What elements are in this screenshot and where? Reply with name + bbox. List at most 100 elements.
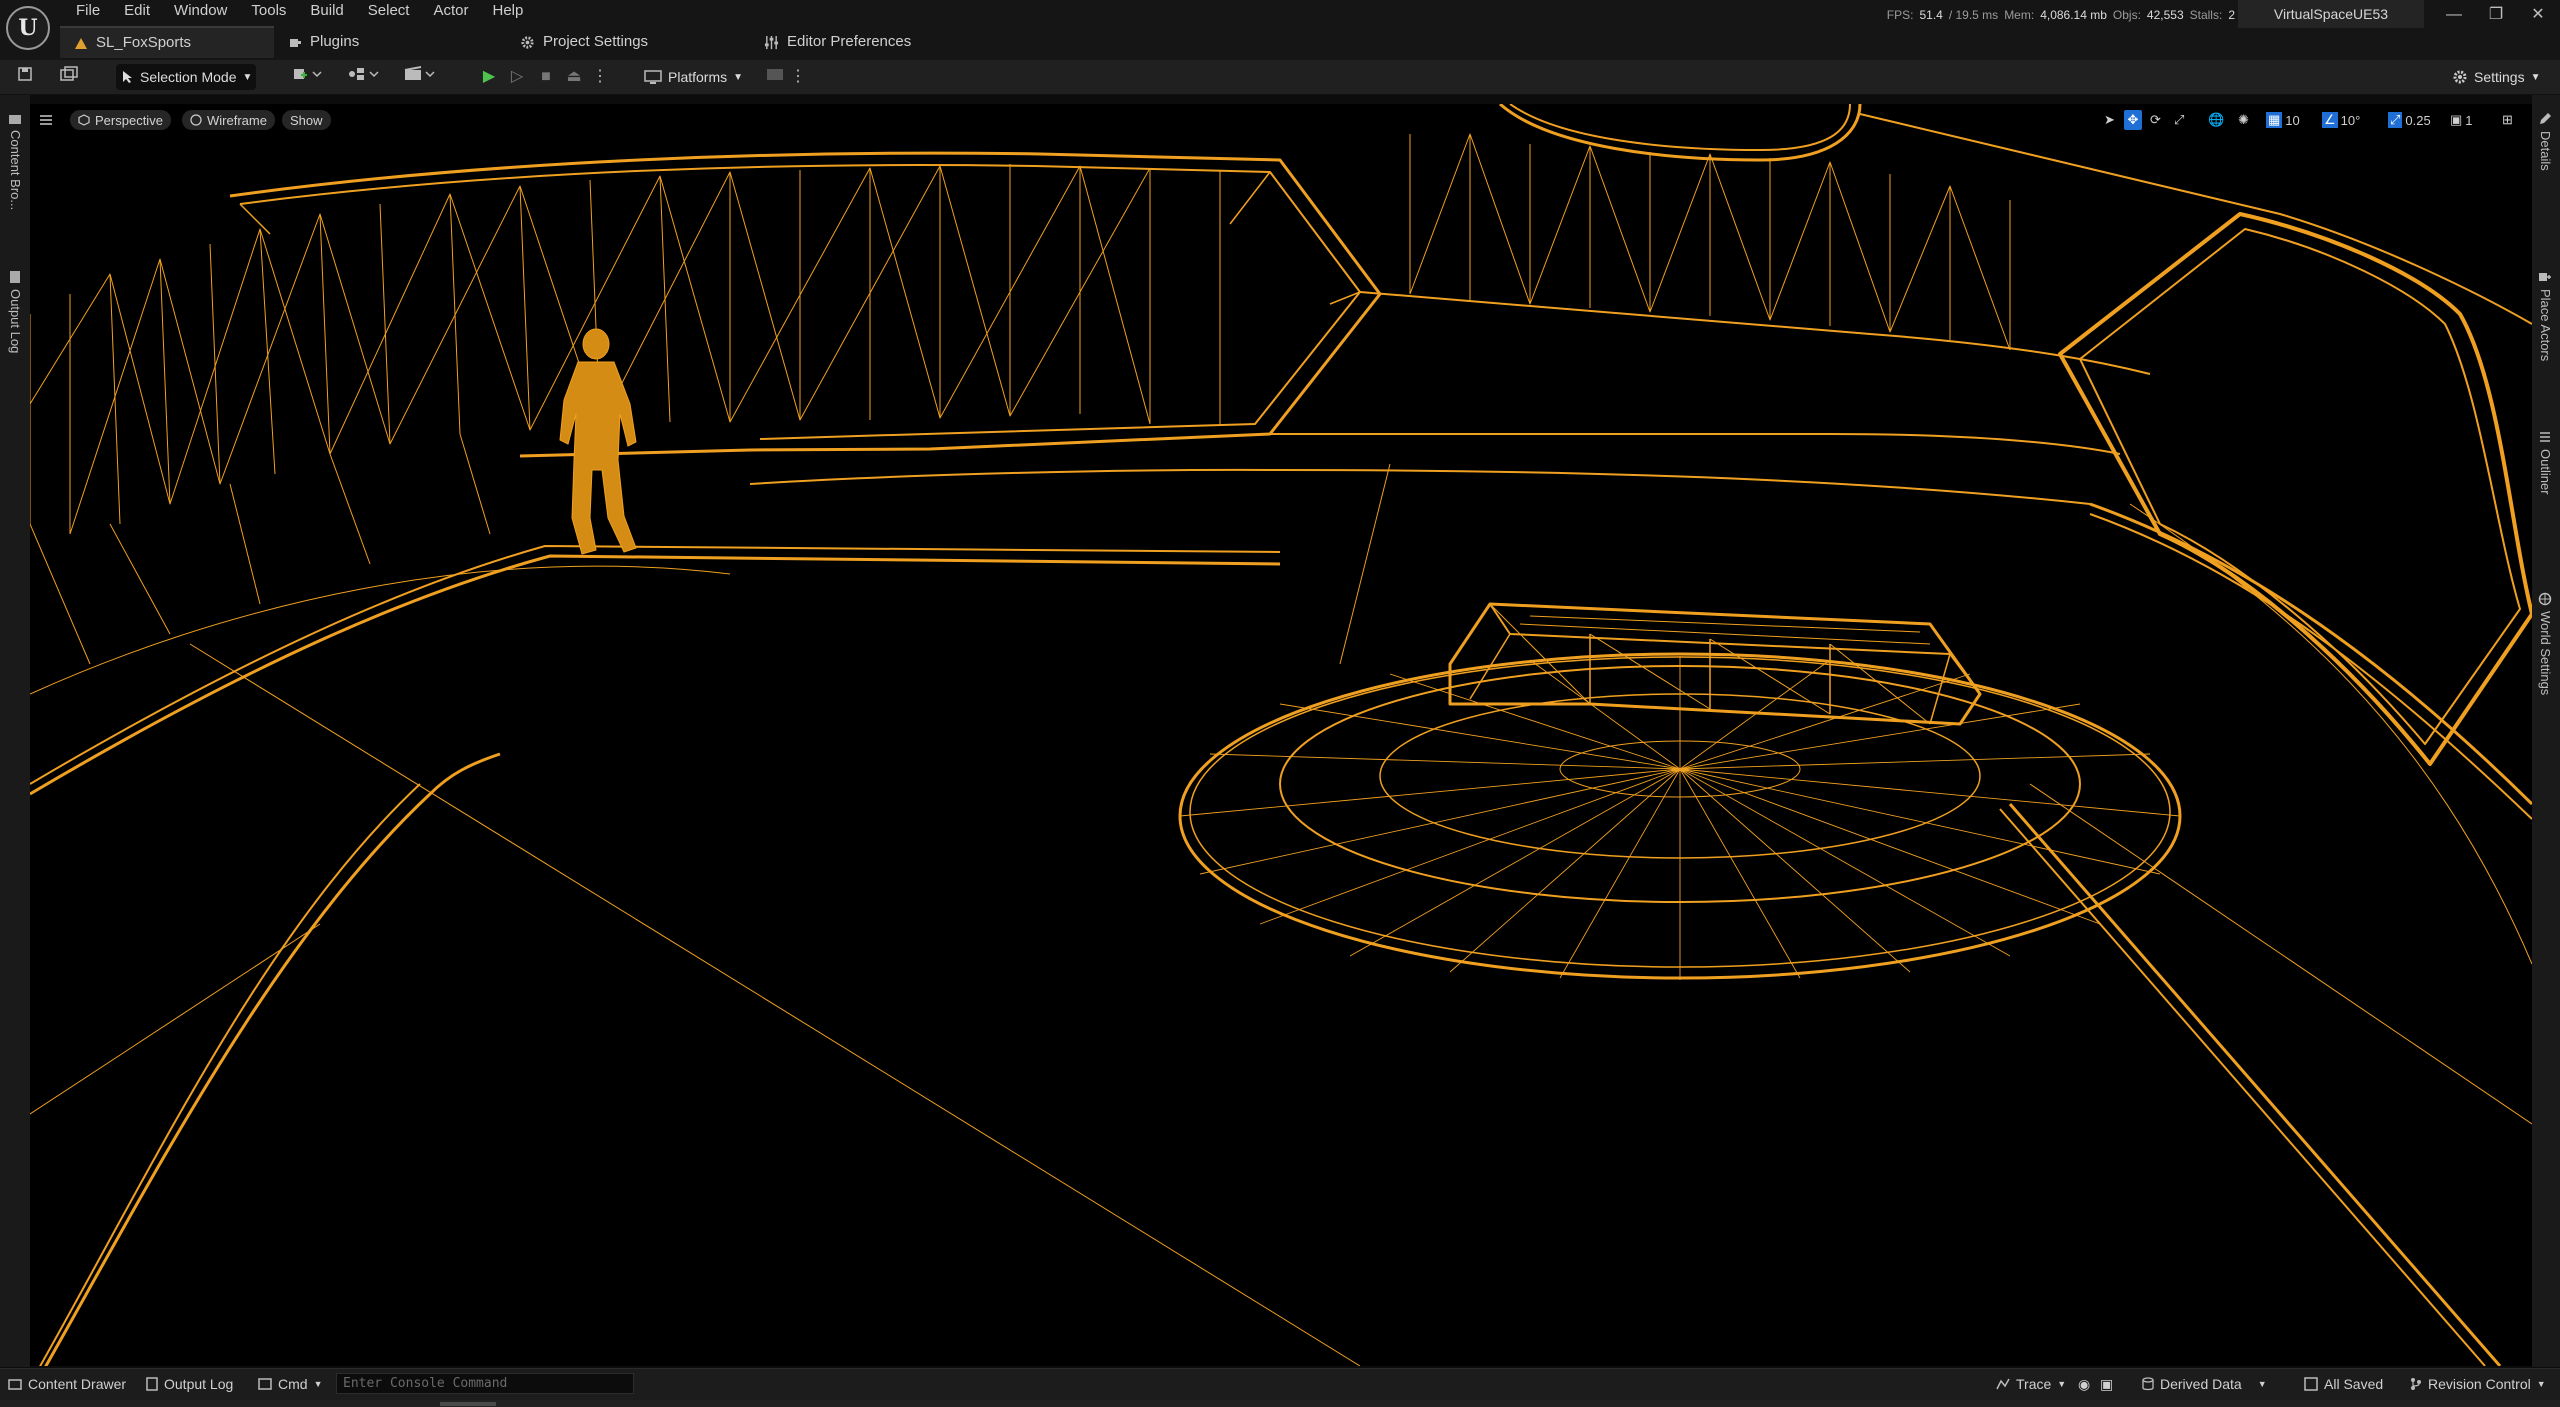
menu-actor[interactable]: Actor (421, 0, 480, 22)
all-saved-button[interactable]: All Saved (2304, 1368, 2383, 1400)
place-actors-label: Place Actors (2538, 289, 2553, 362)
world-local-icon[interactable]: 🌐 (2208, 110, 2224, 130)
grid-icon: ▦ (2266, 112, 2283, 128)
mem-label: Mem: (2004, 8, 2035, 22)
platforms-label: Platforms (668, 69, 728, 85)
blueprint-icon[interactable] (344, 66, 384, 88)
menu-edit[interactable]: Edit (112, 0, 162, 22)
place-actors-icon (2539, 273, 2551, 281)
unreal-logo-icon[interactable]: U (6, 6, 50, 50)
save-icon[interactable] (14, 66, 36, 88)
content-browser-icon (9, 115, 21, 124)
minimize-icon[interactable]: — (2434, 2, 2474, 28)
close-icon[interactable]: ✕ (2518, 2, 2558, 28)
record-icon[interactable]: ◉ (2078, 1368, 2090, 1400)
wireframe-sphere-icon (190, 114, 202, 126)
eject-icon[interactable]: ⏏ (563, 66, 585, 88)
list-icon (2540, 432, 2550, 442)
menu-help[interactable]: Help (481, 0, 536, 22)
output-log-sidetab[interactable]: Output Log (8, 270, 23, 353)
chevron-down-icon: ▼ (2257, 1379, 2267, 1389)
camera-speed-value: 1 (2465, 112, 2473, 128)
screenshot-icon[interactable]: ▣ (2100, 1368, 2113, 1400)
surface-snap-icon[interactable]: ✺ (2238, 110, 2249, 130)
chevron-down-icon: ▼ (2057, 1379, 2067, 1389)
settings-dropdown[interactable]: Settings ▼ (2452, 64, 2541, 90)
show-label: Show (290, 112, 323, 128)
rotation-snap-toggle[interactable]: ∠ 10° (2322, 110, 2360, 130)
revision-control-label: Revision Control (2428, 1376, 2531, 1392)
more-options-icon-2[interactable]: ⋮ (790, 66, 806, 88)
output-log-label: Output Log (8, 289, 23, 354)
cmd-label: Cmd (278, 1376, 308, 1392)
scroll-thumb[interactable] (440, 1402, 496, 1406)
menu-select[interactable]: Select (356, 0, 422, 22)
objs-label: Objs: (2112, 8, 2141, 22)
stalls-label: Stalls: (2189, 8, 2223, 22)
cmd-dropdown[interactable]: Cmd ▼ (258, 1368, 322, 1400)
trace-dropdown[interactable]: Trace ▼ (1996, 1368, 2066, 1400)
restore-icon[interactable]: ❐ (2476, 2, 2516, 28)
viewport-menu-icon[interactable] (38, 110, 54, 130)
objs-value: 42,553 (2146, 8, 2184, 22)
frame-ms: / 19.5 ms (1948, 8, 1999, 22)
rotate-tool-icon[interactable]: ⟳ (2150, 110, 2161, 130)
menu-build[interactable]: Build (298, 0, 355, 22)
scale-tool-icon[interactable]: ⤢ (2174, 110, 2184, 130)
add-actor-icon[interactable] (288, 66, 328, 88)
wireframe-scene (30, 104, 2532, 1366)
tab-level[interactable]: SL_FoxSports (60, 26, 274, 58)
cinematics-icon[interactable] (400, 66, 440, 88)
show-button[interactable]: Show (282, 110, 331, 130)
tab-editor-preferences[interactable]: Editor Preferences (750, 26, 1002, 58)
menu-window[interactable]: Window (162, 0, 239, 22)
details-sidetab[interactable]: Details (2538, 112, 2553, 171)
level-viewport[interactable] (30, 104, 2532, 1366)
scale-snap-toggle[interactable]: ⤢ 0.25 (2388, 110, 2431, 130)
level-icon (75, 38, 87, 49)
chevron-down-icon: ▼ (2530, 71, 2541, 83)
content-browser-icon[interactable] (58, 66, 80, 88)
performance-stats: FPS: 51.4 / 19.5 ms Mem: 4,086.14 mb Objs:… (1887, 8, 2235, 22)
console-input[interactable]: Enter Console Command (336, 1373, 634, 1394)
more-options-icon[interactable]: ⋮ (592, 66, 608, 88)
database-icon (2142, 1377, 2154, 1391)
stop-icon[interactable]: ■ (535, 66, 557, 88)
camera-speed-button[interactable]: ▣ 1 (2450, 110, 2473, 130)
place-actors-sidetab[interactable]: Place Actors (2538, 270, 2553, 361)
step-icon[interactable]: ▷ (506, 66, 528, 88)
platforms-dropdown[interactable]: Platforms ▼ (644, 64, 743, 90)
revision-control-dropdown[interactable]: Revision Control ▼ (2410, 1368, 2546, 1400)
world-settings-sidetab[interactable]: World Settings (2538, 592, 2553, 695)
perspective-button[interactable]: Perspective (70, 110, 171, 130)
output-log-label: Output Log (164, 1376, 234, 1392)
project-name: VirtualSpaceUE53 (2238, 0, 2424, 28)
terminal-icon (258, 1378, 272, 1390)
layout-icon[interactable]: ⊞ (2502, 110, 2513, 130)
translate-tool-icon[interactable]: ✥ (2124, 110, 2142, 130)
revision-control-icon (2411, 1378, 2421, 1390)
derived-data-dropdown[interactable]: Derived Data ▼ (2142, 1368, 2267, 1400)
menu-file[interactable]: File (64, 0, 112, 22)
angle-icon: ∠ (2322, 112, 2338, 128)
output-log-icon (146, 1377, 158, 1391)
chevron-down-icon: ▼ (2536, 1379, 2546, 1389)
menu-tools[interactable]: Tools (239, 0, 298, 22)
tab-plugins[interactable]: Plugins (274, 26, 506, 58)
document-tabs: SL_FoxSports Plugins Project Settings Ed… (60, 26, 1002, 58)
sliders-icon (764, 35, 779, 49)
play-icon[interactable]: ▶ (478, 66, 500, 88)
tab-project-settings[interactable]: Project Settings (506, 26, 750, 58)
tab-label: Project Settings (543, 33, 649, 50)
select-tool-icon[interactable]: ➤ (2104, 110, 2115, 130)
outliner-sidetab[interactable]: Outliner (2538, 430, 2553, 495)
grid-snap-toggle[interactable]: ▦ 10 (2266, 110, 2300, 130)
content-drawer-button[interactable]: Content Drawer (8, 1368, 126, 1400)
tab-label: Editor Preferences (787, 33, 912, 50)
launcher-icon[interactable] (764, 66, 786, 88)
gear-icon (521, 35, 534, 49)
output-log-button[interactable]: Output Log (146, 1368, 233, 1400)
content-browser-sidetab[interactable]: Content Bro... (8, 112, 23, 210)
view-mode-button[interactable]: Wireframe (182, 110, 275, 130)
selection-mode-dropdown[interactable]: Selection Mode ▼ (116, 64, 256, 90)
